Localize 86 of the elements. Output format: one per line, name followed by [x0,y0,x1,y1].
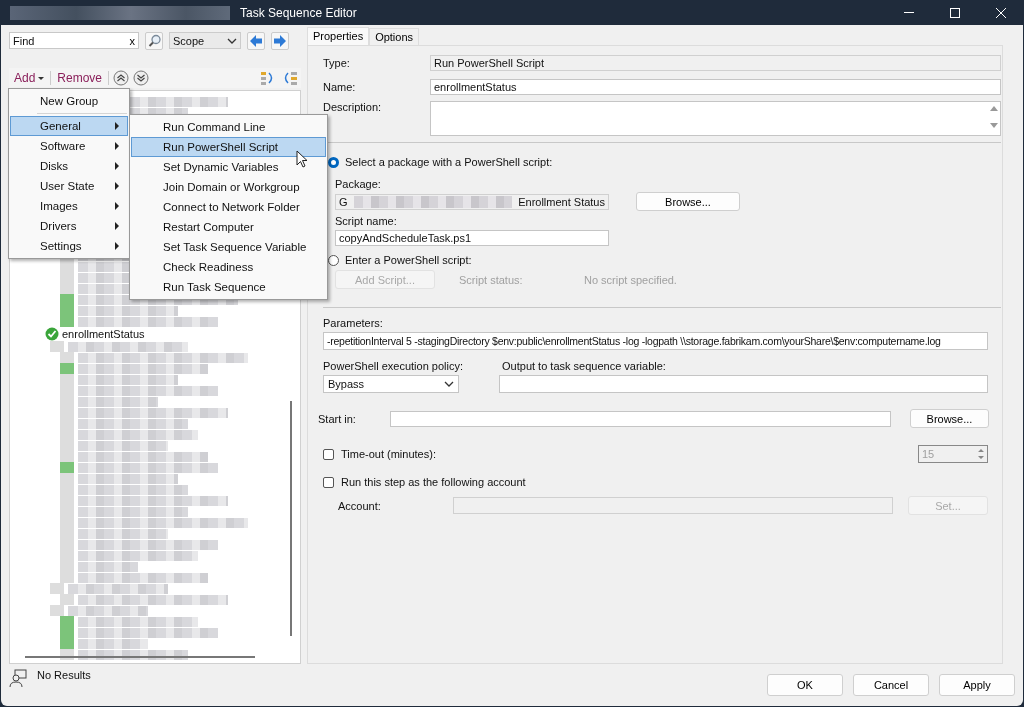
browse-button[interactable]: Browse... [636,192,740,211]
description-field[interactable] [430,101,1001,136]
field-label: Package: [335,178,382,190]
menu-item[interactable]: Run Task Sequence [131,277,326,297]
field-label: Name: [323,81,357,93]
field-label: Description: [323,101,383,113]
menu-item[interactable]: Set Dynamic Variables [131,157,326,177]
script-name-field[interactable]: copyAndScheduleTask.ps1 [335,230,609,246]
menu-item[interactable]: Drivers [10,216,128,236]
menu-item[interactable]: New Group [10,91,128,111]
scroll-down-icon [990,123,998,129]
status-text: No Results [37,669,91,681]
menu-item[interactable]: General [10,116,128,136]
next-button[interactable] [271,31,289,50]
scope-dropdown[interactable]: Scope [169,32,241,49]
submenu-arrow-icon [115,182,119,190]
submenu-arrow-icon [115,242,119,250]
submenu-arrow-icon [115,142,119,150]
start-in-field[interactable] [390,410,891,427]
menu-item[interactable]: Run PowerShell Script [131,137,326,157]
dialog-button[interactable]: Cancel [853,674,929,696]
radio-label: Enter a PowerShell script: [345,254,472,266]
chevron-down-icon [227,36,237,45]
scrollbar-thumb[interactable] [25,656,255,658]
execution-policy-dropdown[interactable]: Bypass [323,375,459,393]
scroll-up-icon [990,105,998,111]
field-label: Start in: [318,412,357,425]
name-field[interactable]: enrollmentStatus [430,79,1001,95]
tab[interactable]: Properties [307,27,370,45]
user-screen-icon [9,669,27,688]
field-label: PowerShell execution policy: [323,360,464,372]
package-field: G Enrollment Status [335,193,609,210]
browse-button[interactable]: Browse... [910,409,989,428]
previous-button[interactable] [247,31,265,50]
field-label: Script name: [335,215,398,227]
dialog-button[interactable]: Apply [939,674,1015,696]
window-title: Task Sequence Editor [240,5,357,20]
menu-item[interactable]: Software [10,136,128,156]
menu-item[interactable]: Run Command Line [131,117,326,137]
spin-arrows-icon [977,448,985,460]
output-variable-field[interactable] [499,375,988,393]
checkbox[interactable] [323,476,334,488]
submenu-arrow-icon [115,122,119,130]
collapse-icon [282,70,298,86]
menu-item[interactable]: User State [10,176,128,196]
field-label: Account: [338,499,382,512]
search-button[interactable] [145,31,163,50]
maximize-icon [950,7,960,18]
menu-item[interactable]: Set Task Sequence Variable [131,237,326,257]
radio-label: Select a package with a PowerShell script: [345,156,553,168]
scrollbar-thumb[interactable] [290,401,292,636]
menu-item[interactable]: Connect to Network Folder [131,197,326,217]
chevron-down-icon [444,380,454,388]
menu-item[interactable]: Join Domain or Workgroup [131,177,326,197]
find-field[interactable]: Find x [9,32,139,49]
checkbox[interactable] [323,448,334,460]
add-button[interactable]: Add [12,71,47,85]
submenu-arrow-icon [115,202,119,210]
minimize-icon [904,12,914,13]
field-label: Output to task sequence variable: [502,360,667,372]
script-status: No script specified. [584,273,677,286]
parameters-field[interactable]: -repetitionInterval 5 -stagingDirectory $env:public\enrollmentStatus -log -logpath \\storage.fabrikam.com\yourShare\$env:computername.log [323,332,988,350]
tree-item[interactable]: enrollmentStatus [62,328,145,340]
left-arrow-icon [249,33,263,48]
field-label: Parameters: [323,317,384,329]
field-label: Script status: [459,273,524,286]
menu-item[interactable]: Restart Computer [131,217,326,237]
tab[interactable]: Options [369,28,420,45]
checkbox-label: Run this step as the following account [341,476,526,488]
right-arrow-icon [273,33,287,48]
checkbox-label: Time-out (minutes): [341,448,436,460]
type-field: Run PowerShell Script [430,55,1001,71]
menu-item[interactable]: Images [10,196,128,216]
submenu-arrow-icon [115,222,119,230]
close-icon [996,7,1006,18]
caret-icon [38,76,45,80]
remove-button[interactable]: Remove [55,71,105,85]
submenu-arrow-icon [115,162,119,170]
field-label: Type: [323,57,351,69]
dialog-button[interactable]: OK [767,674,843,696]
search-icon [147,34,161,47]
cursor-icon [296,150,308,168]
menu-item[interactable]: Check Readiness [131,257,326,277]
menu-item[interactable]: Settings [10,236,128,256]
menu-item[interactable]: Disks [10,156,128,176]
clear-button[interactable]: x [129,34,135,47]
